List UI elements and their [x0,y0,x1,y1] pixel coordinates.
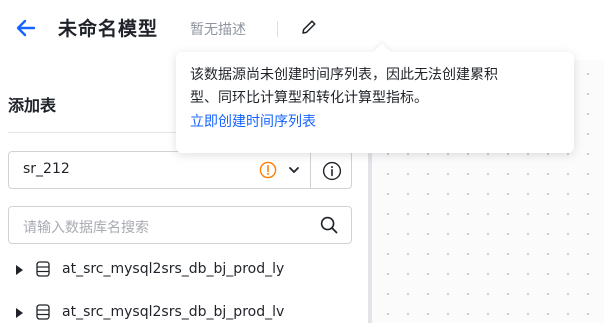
page-header: 未命名模型 暂无描述 [0,0,604,60]
datasource-select[interactable]: sr_212 [8,151,311,189]
model-description[interactable]: 暂无描述 [190,19,246,39]
warning-circle-icon[interactable] [259,161,277,179]
info-circle-icon [322,161,342,181]
tooltip-text-line2: 型、同环比计算型和转化计算型指标。 [190,90,428,106]
header-divider [277,21,278,37]
datasource-info-button[interactable] [310,151,352,189]
pencil-icon[interactable] [300,18,318,36]
search-placeholder: 请输入数据库名搜索 [23,220,149,236]
search-icon[interactable] [319,215,339,235]
database-item[interactable]: at_src_mysql2srs_db_bj_prod_ly [0,256,368,284]
create-time-series-link[interactable]: 立即创建时间序列表 [190,110,316,134]
arrow-left-icon[interactable] [14,16,38,40]
datasource-value: sr_212 [23,161,70,177]
database-item[interactable]: at_src_mysql2srs_db_bj_prod_lv [0,299,368,323]
database-label: at_src_mysql2srs_db_bj_prod_ly [62,261,285,277]
database-search-input[interactable]: 请输入数据库名搜索 [8,206,352,244]
expand-caret-icon[interactable] [16,265,23,275]
database-icon [36,261,50,277]
tooltip-text-line1: 该数据源尚未创建时间序列表，因此无法创建累积 [190,67,498,83]
datasource-warning-tooltip: 该数据源尚未创建时间序列表，因此无法创建累积 型、同环比计算型和转化计算型指标。… [176,43,574,153]
expand-caret-icon[interactable] [16,308,23,318]
panel-title: 添加表 [8,96,57,115]
model-title: 未命名模型 [58,18,159,40]
database-icon [36,304,50,320]
database-label: at_src_mysql2srs_db_bj_prod_lv [62,304,285,320]
chevron-down-icon[interactable] [288,166,300,175]
